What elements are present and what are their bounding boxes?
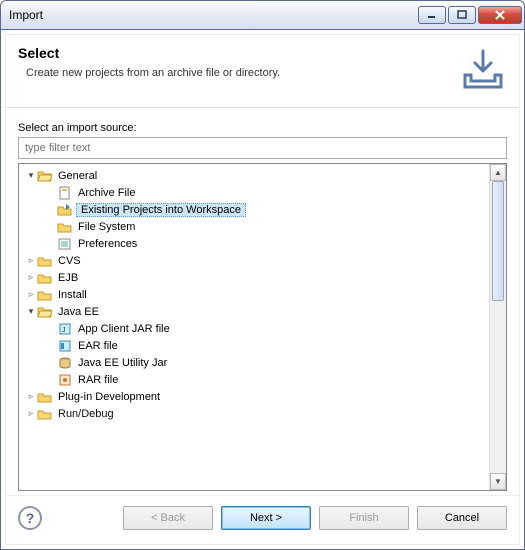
folder-open-icon [37, 168, 53, 184]
scroll-up-button[interactable]: ▲ [490, 164, 506, 181]
next-button[interactable]: Next > [221, 506, 311, 530]
vertical-scrollbar[interactable]: ▲ ▼ [489, 164, 506, 490]
folder-icon [37, 406, 53, 422]
tree-node-run-debug[interactable]: ▹ Run/Debug [21, 405, 487, 422]
import-tree[interactable]: ▾ General Archive File Existing Projects… [19, 164, 489, 490]
tree-node-install[interactable]: ▹ Install [21, 286, 487, 303]
folder-icon [37, 270, 53, 286]
scroll-down-button[interactable]: ▼ [490, 473, 506, 490]
wizard-header: Select Create new projects from an archi… [6, 35, 519, 108]
scroll-thumb[interactable] [492, 181, 504, 301]
window-body: Select Create new projects from an archi… [0, 30, 525, 550]
tree-node-general[interactable]: ▾ General [21, 167, 487, 184]
folder-import-icon [57, 202, 73, 218]
expand-arrow-icon[interactable]: ▾ [25, 170, 37, 181]
titlebar: Import [0, 0, 525, 30]
tree-container: ▾ General Archive File Existing Projects… [18, 163, 507, 491]
tree-node-javaee-utility-jar[interactable]: Java EE Utility Jar [21, 354, 487, 371]
tree-node-cvs[interactable]: ▹ CVS [21, 252, 487, 269]
help-button[interactable]: ? [18, 506, 42, 530]
import-icon [459, 45, 507, 93]
rar-icon [57, 372, 73, 388]
page-description: Create new projects from an archive file… [18, 67, 451, 79]
tree-node-ear-file[interactable]: EAR file [21, 337, 487, 354]
close-button[interactable] [478, 6, 522, 24]
jar-icon: J [57, 321, 73, 337]
expand-arrow-icon[interactable]: ▾ [25, 306, 37, 317]
folder-icon [37, 287, 53, 303]
tree-node-plugin-dev[interactable]: ▹ Plug-in Development [21, 388, 487, 405]
button-bar: ? < Back Next > Finish Cancel [6, 495, 519, 544]
source-label: Select an import source: [18, 122, 507, 134]
content-area: Select an import source: ▾ General Archi… [6, 108, 519, 495]
filter-input[interactable] [18, 137, 507, 159]
preferences-icon [57, 236, 73, 252]
utility-jar-icon [57, 355, 73, 371]
collapse-arrow-icon[interactable]: ▹ [25, 255, 37, 266]
svg-text:J: J [62, 327, 66, 334]
archive-icon [57, 185, 73, 201]
maximize-button[interactable] [448, 6, 476, 24]
window-title: Import [9, 8, 418, 22]
cancel-button[interactable]: Cancel [417, 506, 507, 530]
tree-node-rar-file[interactable]: RAR file [21, 371, 487, 388]
collapse-arrow-icon[interactable]: ▹ [25, 408, 37, 419]
tree-node-file-system[interactable]: File System [21, 218, 487, 235]
ear-icon [57, 338, 73, 354]
tree-node-preferences[interactable]: Preferences [21, 235, 487, 252]
folder-icon [37, 389, 53, 405]
collapse-arrow-icon[interactable]: ▹ [25, 272, 37, 283]
tree-node-ejb[interactable]: ▹ EJB [21, 269, 487, 286]
collapse-arrow-icon[interactable]: ▹ [25, 289, 37, 300]
window-controls [418, 6, 522, 24]
tree-node-archive-file[interactable]: Archive File [21, 184, 487, 201]
tree-node-javaee[interactable]: ▾ Java EE [21, 303, 487, 320]
back-button[interactable]: < Back [123, 506, 213, 530]
folder-icon [57, 219, 73, 235]
tree-node-app-client-jar[interactable]: J App Client JAR file [21, 320, 487, 337]
folder-icon [37, 253, 53, 269]
minimize-button[interactable] [418, 6, 446, 24]
finish-button[interactable]: Finish [319, 506, 409, 530]
collapse-arrow-icon[interactable]: ▹ [25, 391, 37, 402]
page-title: Select [18, 45, 451, 61]
tree-node-existing-projects[interactable]: Existing Projects into Workspace [21, 201, 487, 218]
folder-open-icon [37, 304, 53, 320]
